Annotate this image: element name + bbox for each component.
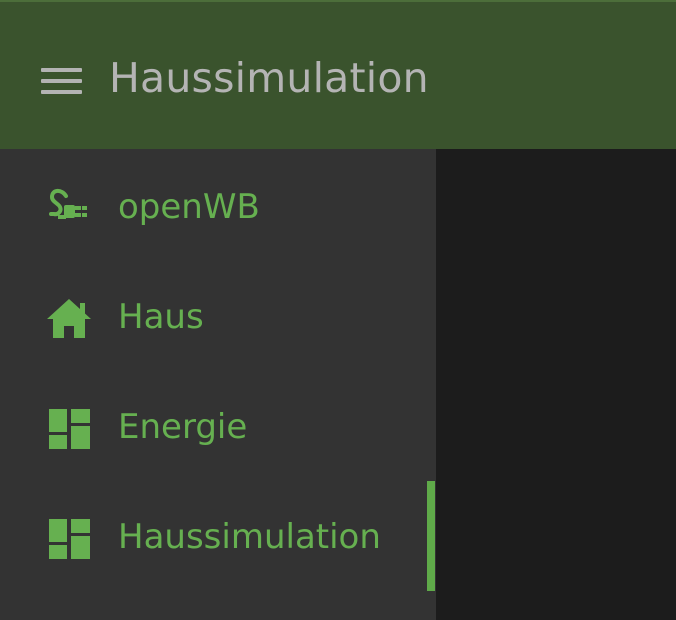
- sidebar-item-label: Haussimulation: [118, 517, 381, 557]
- menu-icon[interactable]: [38, 62, 84, 102]
- main-content: [436, 149, 676, 620]
- sidebar-item-label: Energie: [118, 407, 248, 447]
- sidebar: openWB Haus Energie Haussimulation: [0, 149, 436, 620]
- plug-icon: [49, 188, 87, 219]
- app-header: Haussimulation: [0, 0, 676, 149]
- home-icon: [47, 299, 91, 338]
- sidebar-item-openwb[interactable]: openWB: [0, 151, 436, 261]
- page-title: Haussimulation: [109, 54, 429, 102]
- active-indicator: [427, 481, 435, 591]
- sidebar-item-energie[interactable]: Energie: [0, 371, 436, 481]
- sidebar-item-haus[interactable]: Haus: [0, 261, 436, 371]
- sidebar-item-label: Haus: [118, 297, 204, 337]
- dashboard-icon: [49, 409, 90, 449]
- sidebar-item-label: openWB: [118, 187, 260, 227]
- dashboard-icon: [49, 519, 90, 559]
- sidebar-item-haussimulation[interactable]: Haussimulation: [0, 481, 436, 591]
